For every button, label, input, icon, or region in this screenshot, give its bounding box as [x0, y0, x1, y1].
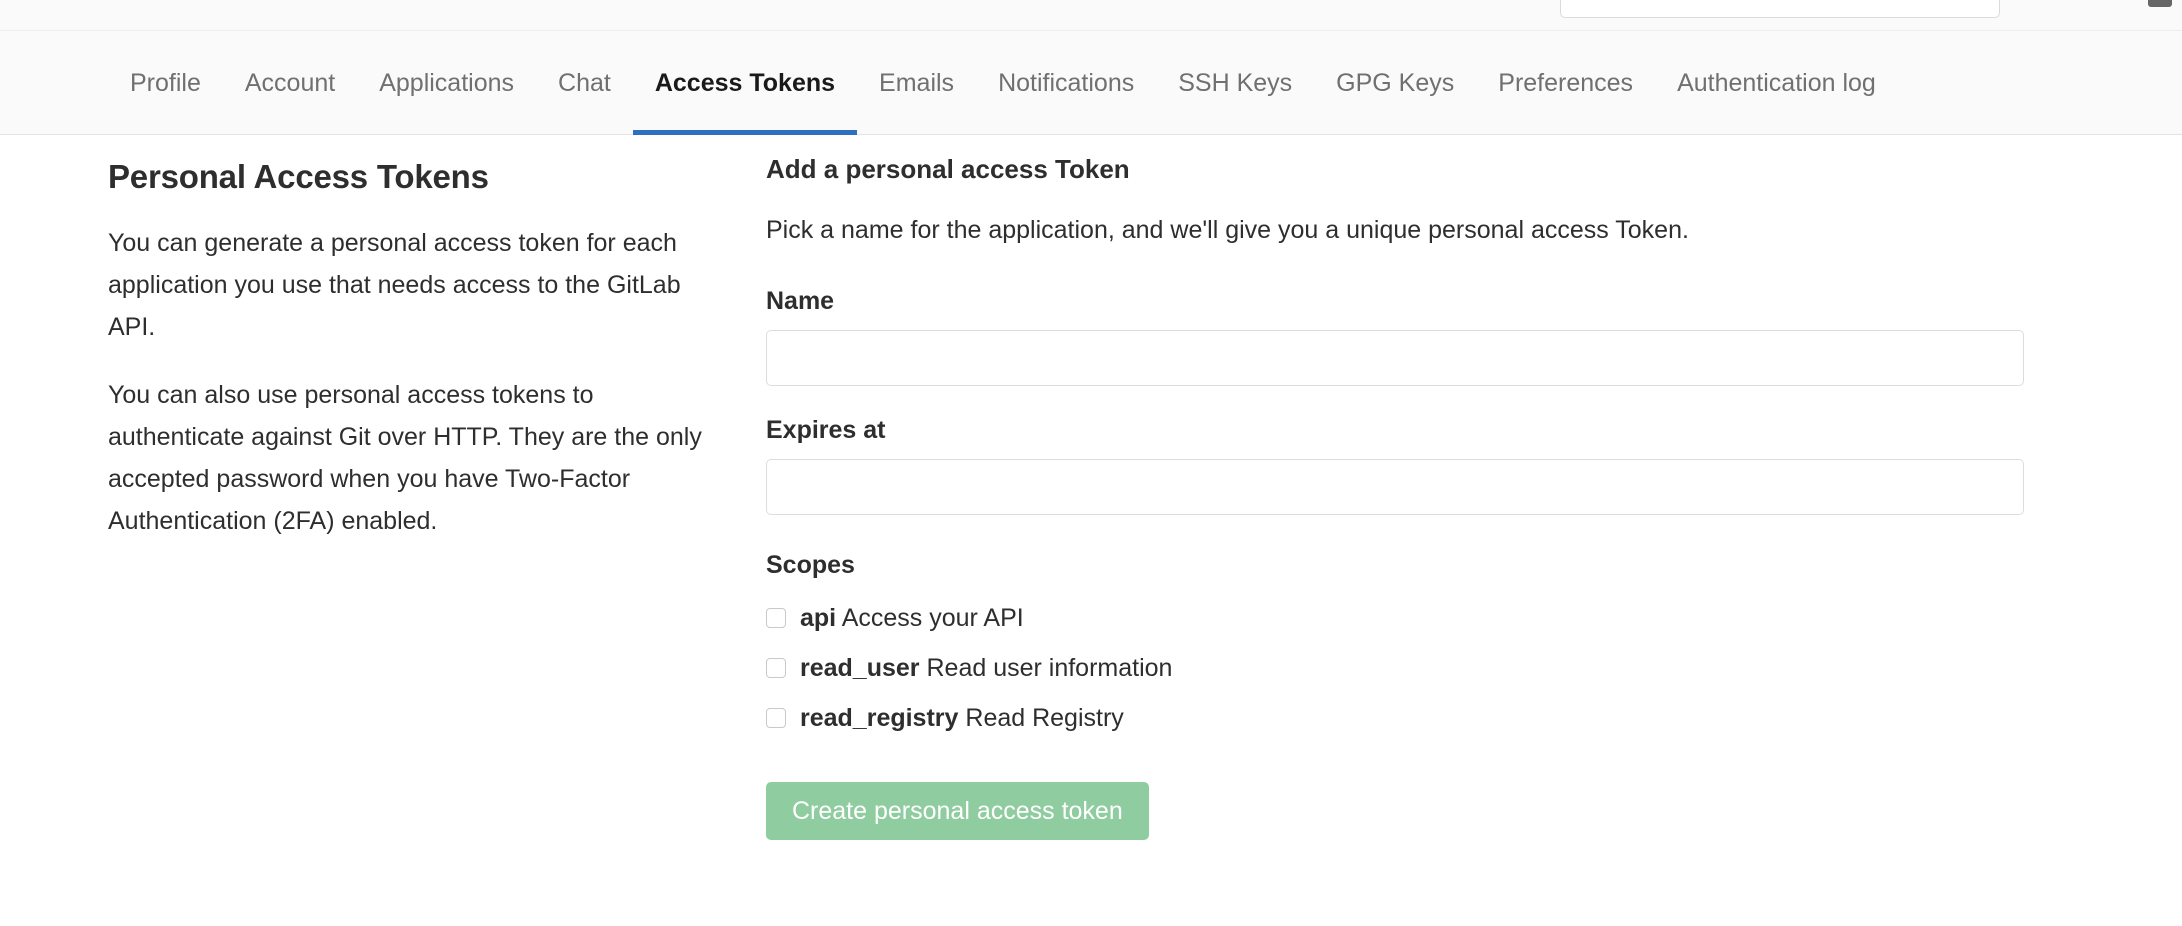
tab-label: Profile — [130, 68, 201, 97]
name-input[interactable] — [766, 330, 2024, 386]
scope-key: api — [800, 603, 837, 632]
tab-label: Notifications — [998, 68, 1135, 97]
create-personal-access-token-button[interactable]: Create personal access token — [766, 782, 1149, 840]
scope-text: api Access your API — [800, 604, 1024, 633]
tab-notifications[interactable]: Notifications — [976, 31, 1156, 135]
scopes-group: Scopes api Access your API read_user Rea… — [766, 551, 2024, 740]
global-search-input[interactable] — [1560, 0, 2000, 18]
tab-label: Applications — [379, 68, 515, 97]
tab-label: Access Tokens — [654, 68, 836, 97]
scope-text: read_registry Read Registry — [800, 704, 1124, 733]
scope-row-api: api Access your API — [766, 596, 2024, 640]
tab-ssh-keys[interactable]: SSH Keys — [1156, 31, 1314, 135]
scope-description: Read Registry — [965, 703, 1124, 732]
expires-at-input[interactable] — [766, 459, 2024, 515]
expires-at-field-group: Expires at — [766, 416, 2024, 515]
scope-description: Access your API — [841, 603, 1024, 632]
scope-checkbox-read-user[interactable] — [766, 658, 786, 678]
tab-chat[interactable]: Chat — [536, 31, 633, 135]
tab-label: GPG Keys — [1336, 68, 1455, 97]
tab-label: Preferences — [1498, 68, 1634, 97]
scope-text: read_user Read user information — [800, 654, 1172, 683]
expires-at-field-label: Expires at — [766, 416, 886, 444]
settings-nav-list: Profile Account Applications Chat Access… — [108, 31, 1898, 135]
tab-gpg-keys[interactable]: GPG Keys — [1314, 31, 1476, 135]
scope-row-read-user: read_user Read user information — [766, 646, 2024, 690]
settings-nav-bar: Profile Account Applications Chat Access… — [0, 30, 2182, 135]
info-column: Personal Access Tokens You can generate … — [108, 158, 718, 542]
scopes-label: Scopes — [766, 551, 855, 579]
page-title: Personal Access Tokens — [108, 158, 489, 195]
tab-authentication-log[interactable]: Authentication log — [1655, 31, 1898, 135]
tab-label: Chat — [558, 68, 611, 97]
scope-description: Read user information — [926, 653, 1173, 682]
scope-key: read_user — [800, 653, 920, 682]
tab-label: Emails — [879, 68, 955, 97]
name-field-group: Name — [766, 287, 2024, 386]
info-paragraph-1: You can generate a personal access token… — [108, 229, 681, 341]
form-title: Add a personal access Token — [766, 154, 1130, 184]
tab-profile[interactable]: Profile — [108, 31, 223, 135]
info-paragraph-2: You can also use personal access tokens … — [108, 381, 702, 535]
add-token-form: Add a personal access Token Pick a name … — [766, 154, 2024, 840]
name-field-label: Name — [766, 287, 835, 315]
tab-applications[interactable]: Applications — [357, 31, 536, 135]
tab-preferences[interactable]: Preferences — [1476, 31, 1655, 135]
scope-row-read-registry: read_registry Read Registry — [766, 696, 2024, 740]
tab-label: SSH Keys — [1178, 68, 1293, 97]
tab-label: Account — [244, 68, 336, 97]
tab-label: Authentication log — [1677, 68, 1876, 97]
tab-emails[interactable]: Emails — [857, 31, 976, 135]
page-content: Personal Access Tokens You can generate … — [0, 136, 2182, 926]
avatar[interactable] — [2148, 0, 2172, 7]
form-lead-text: Pick a name for the application, and we'… — [766, 216, 1689, 244]
tab-account[interactable]: Account — [223, 31, 357, 135]
scope-checkbox-api[interactable] — [766, 608, 786, 628]
scope-key: read_registry — [800, 703, 959, 732]
tab-access-tokens[interactable]: Access Tokens — [632, 31, 858, 135]
top-bar — [0, 0, 2182, 30]
scope-checkbox-read-registry[interactable] — [766, 708, 786, 728]
